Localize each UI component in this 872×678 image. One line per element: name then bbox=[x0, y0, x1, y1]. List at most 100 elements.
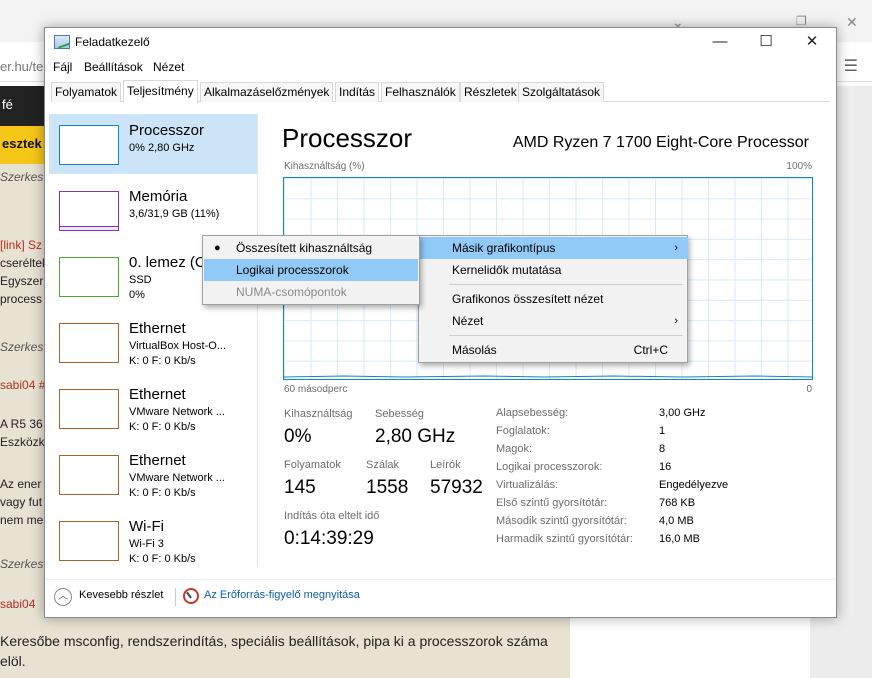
resource-thumbnail bbox=[59, 521, 119, 561]
forum-text-line: nem me bbox=[0, 513, 44, 527]
close-icon[interactable]: ✕ bbox=[846, 14, 858, 31]
resource-title: Processzor bbox=[129, 122, 205, 139]
tab-details[interactable]: Részletek bbox=[460, 82, 521, 102]
forum-text-line[interactable]: [link] Sz bbox=[0, 238, 42, 252]
menu-item-label: Kernelidők mutatása bbox=[452, 263, 562, 277]
resource-item[interactable]: Wi-Fi Wi-Fi 3 K: 0 F: 0 Kb/s bbox=[49, 510, 257, 570]
site-header-text: fé bbox=[2, 97, 13, 112]
resource-title: Ethernet bbox=[129, 452, 186, 469]
usage-label: Kihasználtság bbox=[284, 408, 353, 420]
resource-item[interactable]: Memória 3,6/31,9 GB (11%) bbox=[49, 180, 257, 240]
resource-detail: K: 0 F: 0 Kb/s bbox=[129, 553, 196, 565]
footer-bar: ︿ Kevesebb részlet Az Erőforrás-figyelő … bbox=[45, 579, 836, 617]
resource-subtitle: Wi-Fi 3 bbox=[129, 538, 164, 550]
forum-text-line[interactable]: sabi04 # bbox=[0, 378, 45, 392]
resource-thumbnail bbox=[59, 191, 119, 231]
spec-value: 16,0 MB bbox=[659, 533, 700, 545]
resource-thumbnail bbox=[59, 455, 119, 495]
spec-value: 16 bbox=[659, 461, 672, 473]
minimize-button[interactable]: — bbox=[697, 30, 743, 54]
spec-label: Virtualizálás: bbox=[496, 479, 559, 491]
handles-value: 57932 bbox=[430, 477, 483, 498]
forum-text-line: Az ener bbox=[0, 477, 42, 491]
resource-thumbnail bbox=[59, 389, 119, 429]
submenu-item[interactable]: ● Összesített kihasználtság bbox=[204, 237, 418, 259]
chevron-right-icon: › bbox=[674, 242, 678, 254]
graph-y-label: Kihasználtság (%) bbox=[284, 161, 365, 172]
forum-text-line[interactable]: sabi04 bbox=[0, 597, 35, 611]
menu-file[interactable]: Fájl bbox=[53, 60, 72, 74]
menu-shortcut: Ctrl+C bbox=[633, 343, 668, 357]
forum-text-line: Szerkes bbox=[0, 170, 44, 184]
resource-detail: K: 0 F: 0 Kb/s bbox=[129, 355, 196, 367]
tab-processes[interactable]: Folyamatok bbox=[51, 82, 122, 102]
menu-item-label: Másolás bbox=[452, 343, 497, 357]
resource-title: Ethernet bbox=[129, 320, 186, 337]
forum-text-line: Eszközk bbox=[0, 435, 45, 449]
resource-thumbnail bbox=[59, 257, 119, 297]
context-menu-item[interactable]: Nézet › bbox=[420, 310, 688, 332]
tab-strip: Folyamatok Teljesítmény Alkalmazáselőzmé… bbox=[51, 80, 830, 103]
graph-x-right-label: 0 bbox=[806, 384, 812, 395]
section-title: esztek bbox=[2, 136, 42, 151]
hamburger-menu-icon[interactable]: ☰ bbox=[844, 56, 858, 76]
spec-value: 1 bbox=[659, 425, 666, 437]
uptime-label: Indítás óta eltelt idő bbox=[284, 510, 380, 522]
resource-item[interactable]: Processzor 0% 2,80 GHz bbox=[49, 114, 257, 174]
spec-value: 768 KB bbox=[659, 497, 696, 509]
window-title: Feladatkezelő bbox=[75, 35, 150, 49]
resource-title: 0. lemez (C bbox=[129, 254, 206, 271]
context-menu-item[interactable]: Másolás Ctrl+C bbox=[420, 339, 688, 361]
context-menu-item[interactable]: Másik grafikontípus › bbox=[420, 237, 688, 259]
threads-value: 1558 bbox=[366, 477, 409, 498]
menu-separator bbox=[449, 335, 683, 336]
forum-text-line: Szerkes bbox=[0, 340, 44, 354]
context-menu-item[interactable]: Grafikonos összesített nézet bbox=[420, 288, 688, 310]
resource-subtitle: SSD bbox=[129, 274, 152, 286]
resource-detail: K: 0 F: 0 Kb/s bbox=[129, 421, 196, 433]
menu-item-label: Logikai processzorok bbox=[236, 263, 349, 277]
resource-subtitle: 0% 2,80 GHz bbox=[129, 142, 195, 154]
footer-divider bbox=[175, 588, 176, 606]
resource-title: Ethernet bbox=[129, 386, 186, 403]
graph-x-left-label: 60 másodperc bbox=[284, 384, 348, 395]
resource-item[interactable]: Ethernet VMware Network ... K: 0 F: 0 Kb/s bbox=[49, 378, 257, 438]
tab-performance[interactable]: Teljesítmény bbox=[123, 80, 198, 103]
open-resource-monitor-link[interactable]: Az Erőforrás-figyelő megnyitása bbox=[204, 589, 360, 601]
spec-label: Első szintű gyorsítótár: bbox=[496, 497, 608, 509]
tab-app-history[interactable]: Alkalmazáselőzmények bbox=[200, 82, 334, 102]
chevron-up-icon[interactable]: ︿ bbox=[54, 588, 72, 606]
forum-text-line: Keresőbe msconfig, rendszerindítás, spec… bbox=[0, 633, 548, 649]
uptime-value: 0:14:39:29 bbox=[284, 528, 374, 549]
submenu-item[interactable]: Logikai processzorok bbox=[204, 259, 418, 281]
restore-icon[interactable]: ❐ bbox=[796, 14, 807, 28]
menu-view[interactable]: Nézet bbox=[153, 60, 184, 74]
resource-subtitle: VMware Network ... bbox=[129, 472, 225, 484]
tab-services[interactable]: Szolgáltatások bbox=[518, 82, 605, 102]
processes-value: 145 bbox=[284, 477, 316, 498]
resource-subtitle: VirtualBox Host-O... bbox=[129, 340, 226, 352]
task-manager-icon bbox=[54, 35, 70, 49]
maximize-button[interactable]: ☐ bbox=[743, 30, 789, 54]
title-bar[interactable]: Feladatkezelő — ☐ ✕ bbox=[45, 28, 836, 57]
tab-startup[interactable]: Indítás bbox=[335, 82, 380, 102]
resource-item[interactable]: Ethernet VirtualBox Host-O... K: 0 F: 0 Kb… bbox=[49, 312, 257, 372]
resource-detail: K: 0 F: 0 Kb/s bbox=[129, 487, 196, 499]
panel-heading: Processzor bbox=[282, 123, 413, 153]
chevron-right-icon: › bbox=[674, 315, 678, 327]
fewer-details-link[interactable]: Kevesebb részlet bbox=[79, 589, 163, 601]
context-menu-item[interactable]: Kernelidők mutatása bbox=[420, 259, 688, 281]
menu-item-label: Összesített kihasználtság bbox=[236, 241, 373, 255]
handles-label: Leírók bbox=[430, 459, 461, 471]
close-button[interactable]: ✕ bbox=[789, 30, 835, 54]
spec-label: Foglalatok: bbox=[496, 425, 550, 437]
resource-monitor-icon[interactable] bbox=[183, 588, 199, 604]
forum-text-line: process bbox=[0, 292, 43, 306]
menu-options[interactable]: Beállítások bbox=[84, 60, 143, 74]
spec-value: 8 bbox=[659, 443, 666, 455]
menu-bar: Fájl Beállítások Nézet bbox=[45, 57, 836, 79]
resource-thumbnail bbox=[59, 323, 119, 363]
forum-text-line: A R5 36 bbox=[0, 417, 43, 431]
tab-users[interactable]: Felhasználók bbox=[381, 82, 460, 102]
resource-item[interactable]: Ethernet VMware Network ... K: 0 F: 0 Kb/s bbox=[49, 444, 257, 504]
